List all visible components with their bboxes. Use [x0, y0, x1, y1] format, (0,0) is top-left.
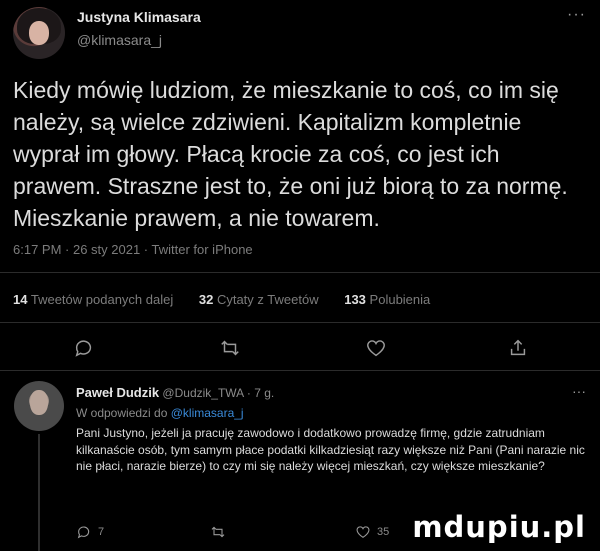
tweet-text: Kiedy mówię ludziom, że mieszkanie to co…: [13, 77, 568, 231]
divider: [0, 272, 600, 273]
reply-header: Paweł Dudzik @Dudzik_TWA · 7 g.: [76, 385, 274, 400]
author-name[interactable]: Justyna Klimasara: [77, 9, 201, 25]
reply-text: Pani Justyno, jeżeli ja pracuję zawodowo…: [76, 426, 585, 474]
quotes-stat[interactable]: 32 Cytaty z Tweetów: [199, 292, 319, 307]
share-icon[interactable]: [507, 337, 529, 359]
comment-icon: [77, 526, 90, 539]
retweets-stat[interactable]: 14 Tweetów podanych dalej: [13, 292, 173, 307]
retweets-label: Tweetów podanych dalej: [30, 292, 174, 307]
quotes-label: Cytaty z Tweetów: [216, 292, 319, 307]
retweets-count: 14: [13, 292, 28, 307]
reply-more-options-icon[interactable]: ···: [572, 383, 586, 399]
retweet-icon: [211, 526, 225, 538]
watermark: mdupiu.pl: [412, 510, 586, 544]
tweet-stats: 14 Tweetów podanych dalej 32 Cytaty z Tw…: [13, 292, 430, 307]
likes-stat[interactable]: 133 Polubienia: [344, 292, 430, 307]
reply-comment-button[interactable]: 7: [76, 524, 104, 540]
retweet-icon[interactable]: [219, 337, 241, 359]
reply-retweet-button[interactable]: [210, 524, 226, 540]
reply-author-name[interactable]: Paweł Dudzik: [76, 385, 159, 400]
likes-count: 133: [344, 292, 366, 307]
thread-line: [38, 434, 40, 551]
replying-to-link[interactable]: @klimasara_j: [171, 406, 244, 420]
quotes-count: 32: [198, 292, 214, 307]
reply-comment-count: 7: [98, 526, 105, 538]
replying-prefix: W odpowiedzi do: [76, 406, 171, 420]
reply-time[interactable]: · 7 g.: [247, 386, 274, 400]
likes-label: Polubienia: [369, 292, 431, 307]
divider: [0, 322, 600, 323]
tweet-meta: 6:17 PM · 26 sty 2021 · Twitter for iPho…: [13, 242, 253, 257]
author-handle[interactable]: @klimasara_j: [77, 32, 162, 48]
reply-like-button[interactable]: 35: [355, 524, 389, 540]
heart-icon: [356, 526, 370, 538]
comment-icon[interactable]: [73, 337, 95, 359]
replying-to: W odpowiedzi do @klimasara_j: [76, 406, 244, 420]
heart-icon[interactable]: [365, 337, 387, 359]
avatar-face: [30, 390, 48, 415]
more-options-icon[interactable]: ···: [567, 6, 586, 24]
reply-like-count: 35: [377, 526, 390, 538]
author-avatar[interactable]: [13, 7, 65, 59]
reply-author-handle[interactable]: @Dudzik_TWA: [162, 386, 243, 400]
reply-author-avatar[interactable]: [14, 381, 64, 431]
divider: [0, 370, 600, 371]
